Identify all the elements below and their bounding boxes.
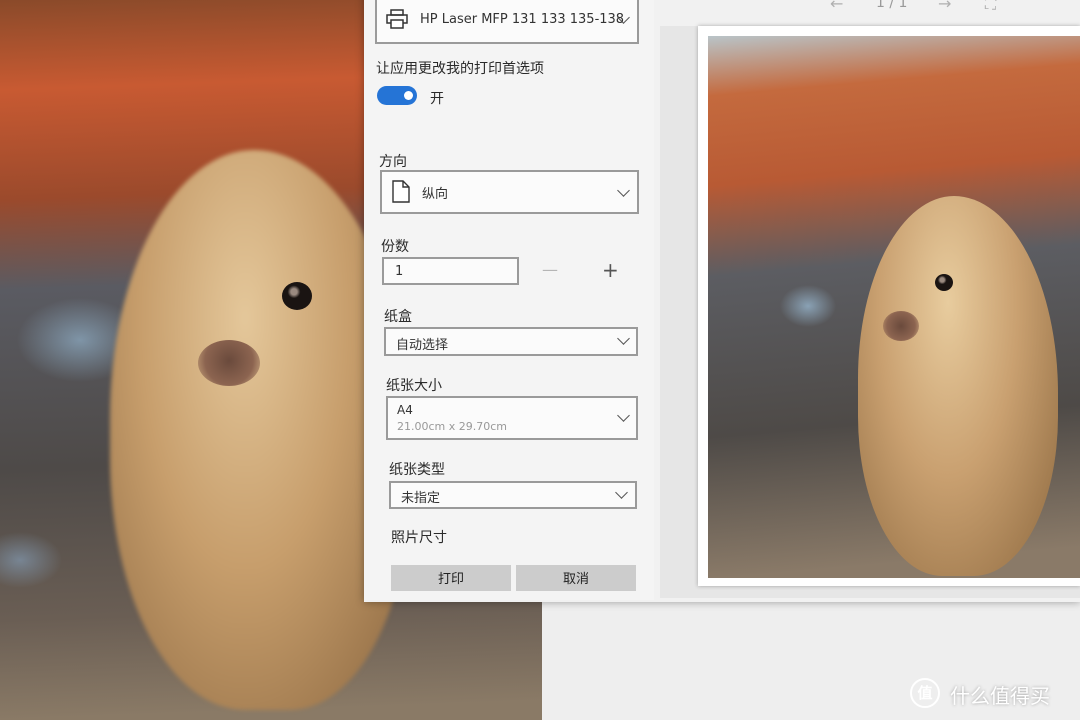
next-page-arrow-icon[interactable]: → xyxy=(938,0,951,13)
preferences-label: 让应用更改我的打印首选项 xyxy=(376,61,544,77)
paper-size-label: 纸张大小 xyxy=(386,378,442,394)
print-button[interactable]: 打印 xyxy=(391,565,511,591)
orientation-label: 方向 xyxy=(379,154,407,170)
portrait-page-icon xyxy=(392,180,410,203)
tray-value: 自动选择 xyxy=(396,338,449,353)
wallpaper-quokka-nose xyxy=(198,340,260,386)
copies-label: 份数 xyxy=(381,239,409,255)
preview-photo xyxy=(708,36,1080,578)
preferences-toggle-state: 开 xyxy=(430,91,444,107)
paper-type-value: 未指定 xyxy=(401,491,441,506)
printer-name: HP Laser MFP 131 133 135-138 xyxy=(420,12,625,27)
watermark-text: 什么值得买 xyxy=(950,684,1050,708)
orientation-select[interactable] xyxy=(380,170,639,214)
preferences-toggle-knob xyxy=(404,91,413,100)
preview-quokka-nose xyxy=(883,311,919,341)
orientation-value: 纵向 xyxy=(422,187,449,202)
previous-page-arrow-icon[interactable]: ← xyxy=(830,0,843,13)
watermark-logo-icon: 值 xyxy=(910,678,940,708)
preview-quokka-eye xyxy=(935,274,953,291)
wallpaper-quokka-eye xyxy=(282,282,312,310)
cancel-button[interactable]: 取消 xyxy=(516,565,636,591)
copies-decrement-button[interactable]: — xyxy=(542,260,558,279)
photo-size-label: 照片尺寸 xyxy=(391,530,447,546)
copies-value: 1 xyxy=(395,264,404,279)
preview-quokka xyxy=(858,196,1058,576)
copies-increment-button[interactable]: + xyxy=(602,258,619,282)
paper-size-value: A4 xyxy=(397,403,413,417)
paper-type-label: 纸张类型 xyxy=(389,462,445,478)
tray-label: 纸盒 xyxy=(384,309,412,325)
fit-page-icon[interactable]: ⛶ xyxy=(985,0,996,14)
printer-icon xyxy=(386,9,408,29)
page-counter: 1 / 1 xyxy=(876,0,908,11)
paper-size-dimensions: 21.00cm x 29.70cm xyxy=(397,420,508,433)
paper-size-select[interactable] xyxy=(386,396,638,440)
